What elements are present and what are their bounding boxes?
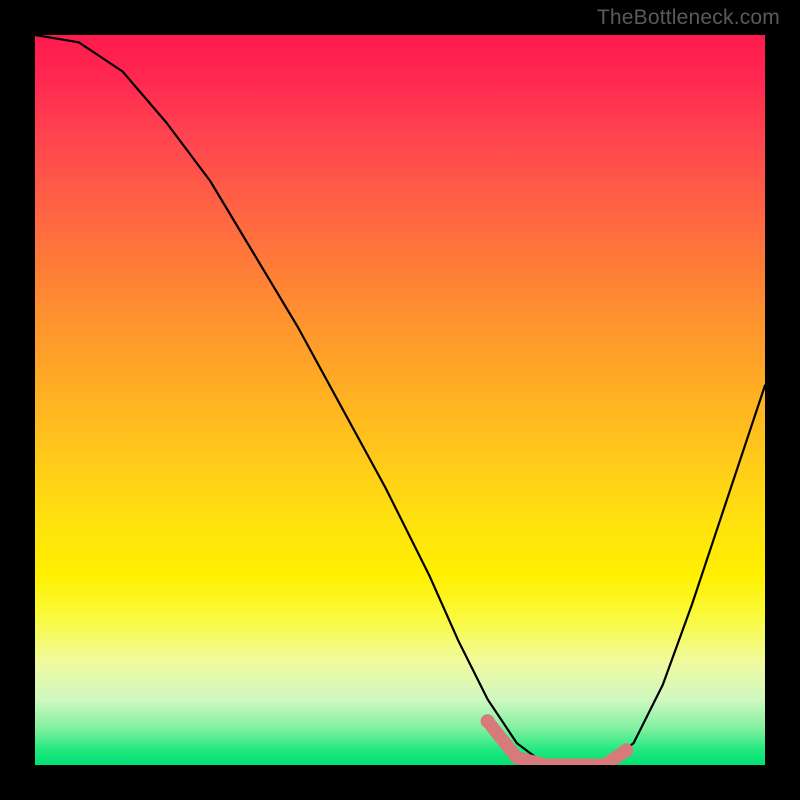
highlight-start-dot (481, 714, 495, 728)
attribution-text: TheBottleneck.com (597, 6, 780, 30)
bottleneck-curve-path (35, 35, 765, 765)
curve-layer (35, 35, 765, 765)
bottleneck-chart (35, 35, 765, 765)
highlight-end-dot (619, 743, 633, 757)
optimal-zone-highlight (488, 721, 627, 765)
